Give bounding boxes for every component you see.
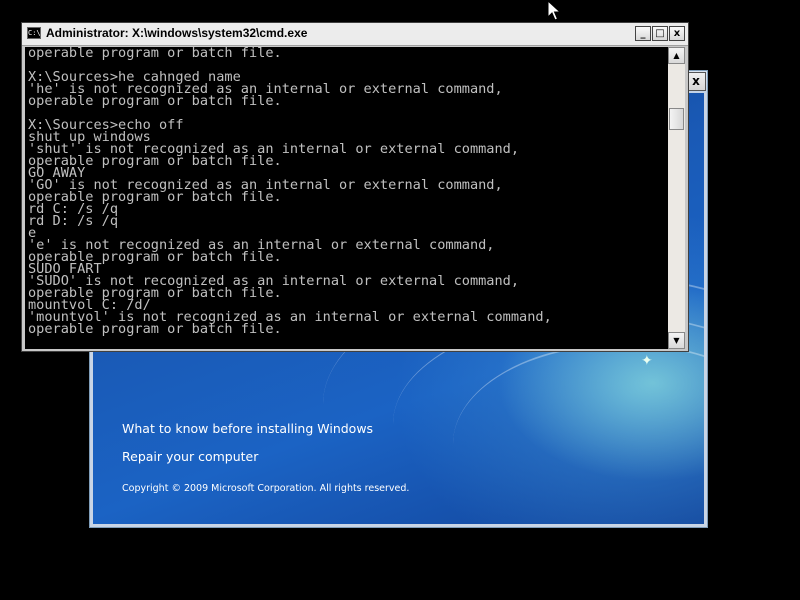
minimize-button[interactable]: _ xyxy=(635,26,651,41)
repair-your-computer-link[interactable]: Repair your computer xyxy=(122,449,373,464)
close-button[interactable]: x xyxy=(669,26,685,41)
cmd-title-bar[interactable]: C:\ Administrator: X:\windows\system32\c… xyxy=(22,23,688,46)
maximize-button[interactable]: □ xyxy=(652,26,668,41)
mouse-pointer-icon xyxy=(547,0,561,21)
setup-links: What to know before installing Windows R… xyxy=(122,421,373,477)
scroll-up-arrow-icon[interactable]: ▲ xyxy=(668,47,685,64)
setup-close-button[interactable]: x xyxy=(686,72,706,91)
console-lines: operable program or batch file. X:\Source… xyxy=(25,47,668,336)
cmd-app-icon[interactable]: C:\ xyxy=(27,27,41,39)
cmd-window: C:\ Administrator: X:\windows\system32\c… xyxy=(21,22,689,352)
console-line: operable program or batch file. xyxy=(28,47,282,61)
scrollbar-thumb[interactable] xyxy=(669,108,684,130)
vertical-scrollbar[interactable]: ▲ ▼ xyxy=(668,47,685,349)
cmd-window-title: Administrator: X:\windows\system32\cmd.e… xyxy=(46,26,308,40)
scroll-down-arrow-icon[interactable]: ▼ xyxy=(668,332,685,349)
copyright-text: Copyright © 2009 Microsoft Corporation. … xyxy=(122,483,410,494)
what-to-know-link[interactable]: What to know before installing Windows xyxy=(122,421,373,436)
windows-flag-glow-icon: ✦ xyxy=(641,353,653,369)
console-output[interactable]: operable program or batch file. X:\Source… xyxy=(25,47,668,349)
console-line: rd D: /s /q xyxy=(28,213,119,229)
